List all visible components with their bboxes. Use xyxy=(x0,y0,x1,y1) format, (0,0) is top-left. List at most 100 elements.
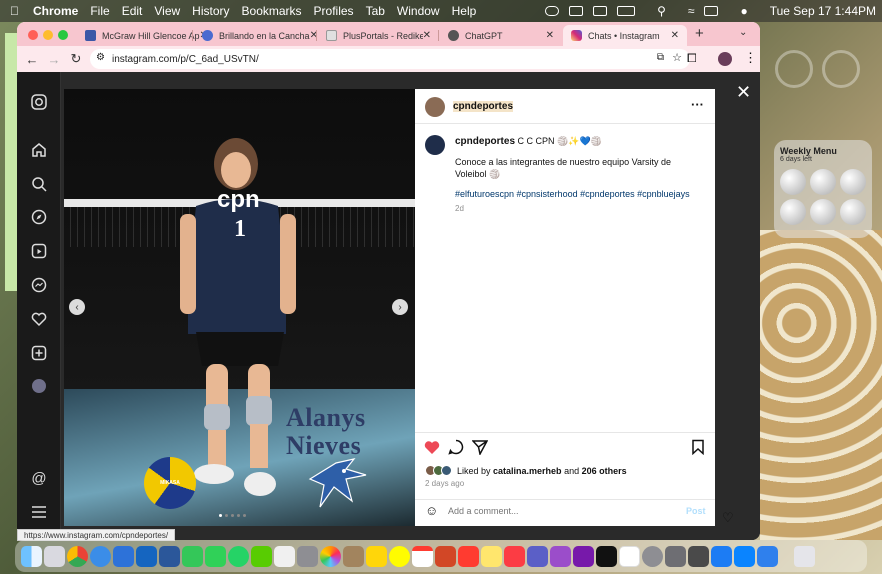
archive-icon[interactable] xyxy=(343,545,364,567)
siri-icon[interactable]: ● xyxy=(740,4,747,18)
tab-instagram[interactable]: Chats • Instagram ✕ xyxy=(563,25,687,46)
news-app-icon[interactable] xyxy=(619,545,640,567)
powerpoint-icon[interactable] xyxy=(435,545,456,567)
news-icon[interactable] xyxy=(458,545,479,567)
apple-icon[interactable]:  xyxy=(10,4,19,18)
whatsapp-icon[interactable] xyxy=(228,545,249,567)
appletv-icon[interactable] xyxy=(596,545,617,567)
close-window-button[interactable] xyxy=(28,30,38,40)
zoom-window-button[interactable] xyxy=(58,30,68,40)
vpn-icon[interactable] xyxy=(757,545,778,567)
share-icon[interactable] xyxy=(471,438,489,456)
menu-view[interactable]: View xyxy=(154,4,180,18)
notes-icon[interactable] xyxy=(366,545,387,567)
post-comment-button[interactable]: Post xyxy=(686,506,706,516)
appstore-icon[interactable] xyxy=(734,545,755,567)
notes-list-icon[interactable] xyxy=(274,545,295,567)
launchpad-icon[interactable] xyxy=(44,545,65,567)
menu-edit[interactable]: Edit xyxy=(122,4,143,18)
menu-history[interactable]: History xyxy=(192,4,229,18)
calculator-icon[interactable] xyxy=(688,545,709,567)
menu-help[interactable]: Help xyxy=(452,4,477,18)
cloud-icon[interactable] xyxy=(545,6,560,16)
tab-plusportals[interactable]: PlusPortals - Rediker S ✕ xyxy=(318,25,439,46)
previous-photo-button[interactable]: ‹ xyxy=(69,299,85,315)
outlook-icon[interactable] xyxy=(136,545,157,567)
emoji-icon[interactable]: ☺ xyxy=(425,503,438,518)
menu-file[interactable]: File xyxy=(90,4,109,18)
chrome-menu-icon[interactable]: ⋮ xyxy=(744,50,757,66)
instagram-logo-icon[interactable] xyxy=(29,92,49,112)
home-icon[interactable] xyxy=(29,140,49,160)
post-photo[interactable]: cpn 1 MIKASA Alanys Nieves xyxy=(64,89,415,526)
minimize-window-button[interactable] xyxy=(43,30,53,40)
photos-icon[interactable] xyxy=(320,545,341,567)
podcasts-icon[interactable] xyxy=(550,545,571,567)
extensions-icon[interactable]: ⧠ xyxy=(687,51,697,66)
stickies-icon[interactable] xyxy=(481,545,502,567)
caption-hashtags[interactable]: #elfuturoescpn #cpnsisterhood #cpndeport… xyxy=(455,189,705,199)
comment-icon[interactable] xyxy=(447,438,465,456)
menu-profiles[interactable]: Profiles xyxy=(314,4,354,18)
explore-icon[interactable] xyxy=(29,207,49,227)
weekly-menu-widget[interactable]: Weekly Menu 6 days left xyxy=(774,140,872,238)
more-options-icon[interactable]: ··· xyxy=(691,97,704,112)
reload-icon[interactable]: ↻ xyxy=(65,51,87,67)
comment-input[interactable] xyxy=(448,504,668,518)
teams-icon[interactable] xyxy=(527,545,548,567)
messages-icon[interactable] xyxy=(205,545,226,567)
author-handle[interactable]: cpndeportes xyxy=(453,101,514,112)
like-heart-icon[interactable] xyxy=(423,438,441,456)
reminders-icon[interactable] xyxy=(113,545,134,567)
author-avatar[interactable] xyxy=(425,97,445,117)
caption-avatar[interactable] xyxy=(425,135,445,155)
tab-brillando[interactable]: Brillando en la Cancha ✕ xyxy=(194,25,318,46)
close-modal-icon[interactable]: ✕ xyxy=(736,82,751,103)
tab-chatgpt[interactable]: ChatGPT ✕ xyxy=(440,25,562,46)
next-photo-button[interactable]: › xyxy=(392,299,408,315)
menu-app-name[interactable]: Chrome xyxy=(33,4,78,18)
profile-avatar[interactable] xyxy=(718,52,732,66)
wifi-icon[interactable]: ≈ xyxy=(688,4,695,18)
url-field[interactable]: ⚙ instagram.com/p/C_6ad_USvTN/ ⧉ ☆ xyxy=(90,49,690,69)
settings-icon[interactable] xyxy=(642,545,663,567)
battery-icon[interactable] xyxy=(617,6,636,16)
site-info-icon[interactable]: ⚙ xyxy=(96,52,105,63)
more-menu-icon[interactable] xyxy=(29,502,49,522)
onenote-icon[interactable] xyxy=(573,545,594,567)
likes-others[interactable]: 206 others xyxy=(582,466,627,476)
open-in-app-icon[interactable]: ⧉ xyxy=(657,52,664,63)
chrome-icon[interactable] xyxy=(67,545,88,567)
music-icon[interactable] xyxy=(504,545,525,567)
liked-by-user[interactable]: catalina.merheb xyxy=(493,466,562,476)
reels-icon[interactable] xyxy=(29,241,49,261)
word-icon[interactable] xyxy=(159,545,180,567)
contacts-icon[interactable] xyxy=(297,545,318,567)
xcode-icon[interactable] xyxy=(711,545,732,567)
messenger-icon[interactable] xyxy=(29,275,49,295)
save-bookmark-icon[interactable] xyxy=(689,438,707,456)
search-icon[interactable]: ⚲ xyxy=(657,4,666,18)
finder-icon[interactable] xyxy=(21,545,42,567)
profile-icon[interactable] xyxy=(29,376,49,396)
forward-icon[interactable]: → xyxy=(43,52,65,67)
search-icon[interactable] xyxy=(29,174,49,194)
display-icon[interactable] xyxy=(569,6,584,16)
screenshot-icon[interactable] xyxy=(665,545,686,567)
play-icon[interactable] xyxy=(593,6,608,16)
duo-icon[interactable] xyxy=(251,545,272,567)
menubar-clock[interactable]: Tue Sep 17 1:44PM xyxy=(770,4,876,18)
threads-icon[interactable]: @ xyxy=(29,468,49,488)
tab-search-icon[interactable]: ⌄ xyxy=(739,27,747,38)
bookmark-star-icon[interactable]: ☆ xyxy=(672,51,682,64)
close-tab-icon[interactable]: ✕ xyxy=(423,30,431,41)
close-tab-icon[interactable]: ✕ xyxy=(546,30,554,41)
menu-window[interactable]: Window xyxy=(397,4,440,18)
new-tab-button[interactable]: + xyxy=(695,25,704,42)
calendar-icon[interactable] xyxy=(412,545,433,567)
back-icon[interactable]: ← xyxy=(21,52,43,67)
caption-handle[interactable]: cpndeportes xyxy=(455,136,515,147)
tab-mcgraw[interactable]: McGraw Hill Glencoe Ap ✕ xyxy=(77,25,208,46)
heart-icon[interactable] xyxy=(29,309,49,329)
create-icon[interactable] xyxy=(29,343,49,363)
